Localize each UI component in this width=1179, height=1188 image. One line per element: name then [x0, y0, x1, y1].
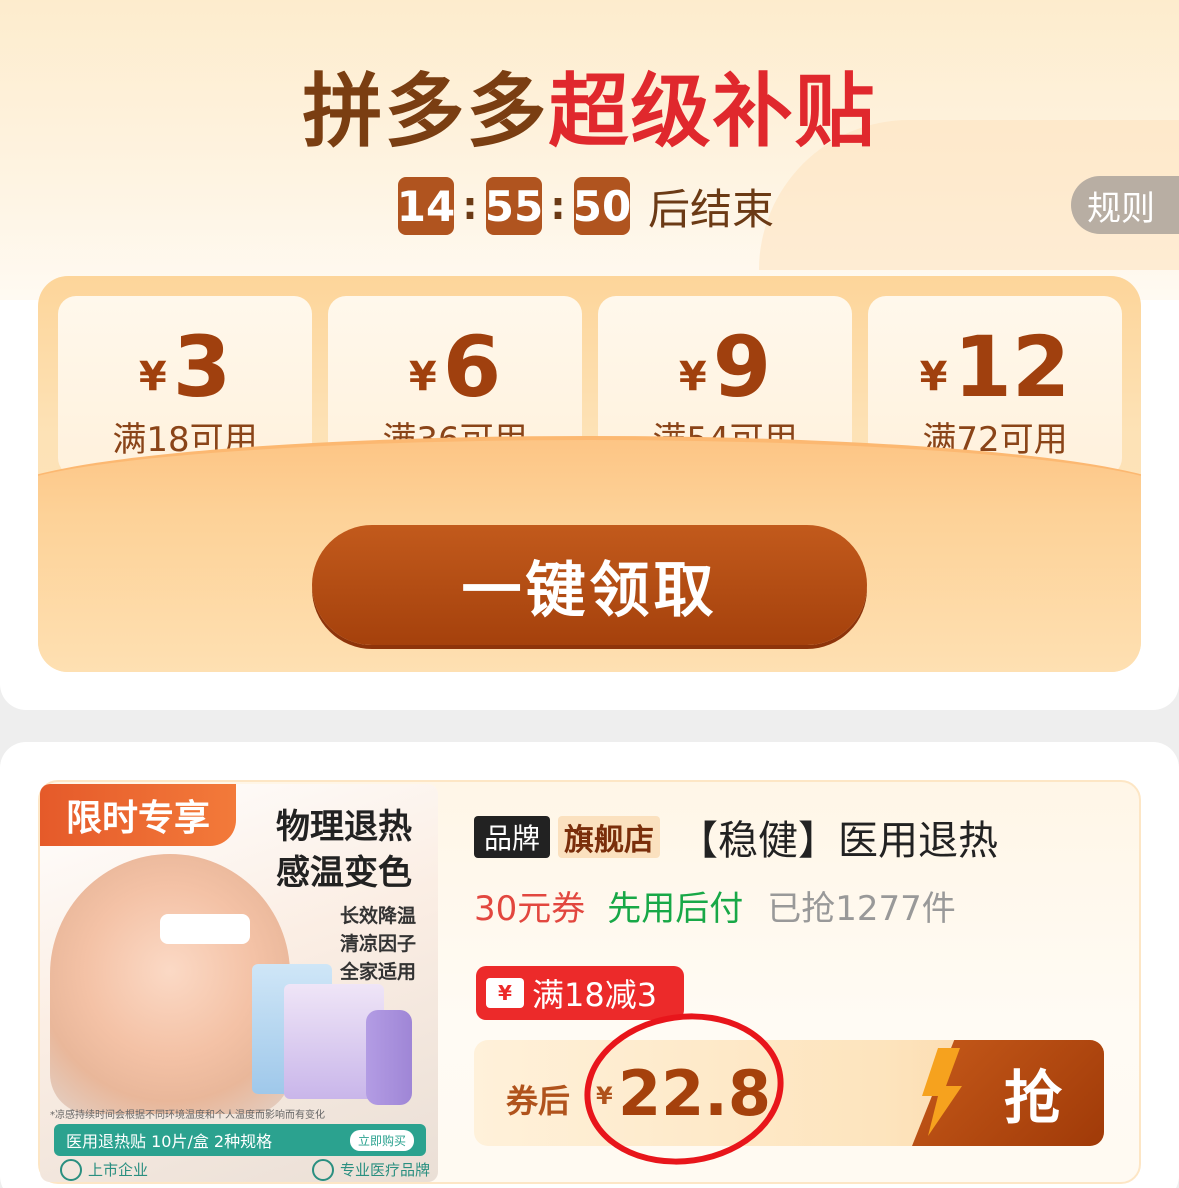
- countdown-separator: :: [462, 184, 478, 228]
- image-feature: 清凉因子: [340, 933, 417, 955]
- image-feature: 长效降温: [340, 905, 417, 927]
- strip-text: 医用退热贴 10片/盒 2种规格: [66, 1132, 273, 1151]
- countdown-hours: 14: [397, 177, 455, 235]
- company-icon: [60, 1159, 82, 1182]
- coupon-amount: 9: [712, 318, 772, 416]
- claim-all-button[interactable]: 一键领取: [312, 525, 867, 645]
- product-meta-row: 30元券 先用后付 已抢1277件: [474, 880, 956, 930]
- coupon-currency: ¥: [138, 354, 167, 400]
- coupon-currency: ¥: [919, 354, 948, 400]
- limited-time-tag: 限时专享: [40, 784, 236, 846]
- coupon-amount: 12: [953, 318, 1071, 416]
- coupon-currency: ¥: [678, 354, 707, 400]
- image-feature: 全家适用: [340, 961, 417, 983]
- image-product-strip: 医用退热贴 10片/盒 2种规格 立即购买: [54, 1124, 426, 1156]
- image-headline-line1: 物理退热: [276, 807, 412, 847]
- super-subsidy-card: 拼多多超级补贴 14 : 55 : 50 后结束 规则 ¥3 满18可用 ¥6 …: [0, 0, 1179, 710]
- image-headline: 物理退热 感温变色: [276, 804, 412, 896]
- image-disclaimer: *凉感持续时间会根据不同环境温度和个人温度而影响而有变化: [50, 1110, 325, 1121]
- countdown-seconds: 50: [573, 177, 631, 235]
- image-headline-line2: 感温变色: [276, 853, 412, 893]
- promo-text: 满18减3: [532, 976, 658, 1014]
- countdown-timer: 14 : 55 : 50 后结束: [397, 176, 775, 236]
- rules-button[interactable]: 规则: [1071, 176, 1179, 234]
- product-image[interactable]: 限时专享 物理退热 感温变色 长效降温 清凉因子 全家适用 *凉感持续时间会根据…: [40, 784, 438, 1182]
- pay-later-label: 先用后付: [607, 888, 744, 929]
- title-highlight: 超级补贴: [548, 65, 877, 158]
- sold-count: 已抢1277件: [767, 888, 956, 929]
- medical-brand-icon: [311, 1159, 334, 1182]
- coupon-amount: 6: [442, 318, 502, 416]
- badge-listed-company: 上市企业: [88, 1160, 149, 1179]
- product-title-row[interactable]: 品牌 旗舰店 【稳健】医用退热: [474, 812, 998, 864]
- image-badges: 上市企业 专业医疗品牌: [60, 1158, 430, 1182]
- badge-medical-brand: 专业医疗品牌: [339, 1160, 430, 1179]
- yen-ticket-icon: ¥: [486, 978, 524, 1008]
- promo-tag: ¥ 满18减3: [476, 966, 684, 1020]
- coupon-amount: 3: [172, 318, 232, 416]
- page-title: 拼多多超级补贴: [0, 64, 1179, 160]
- countdown-separator: :: [550, 184, 566, 228]
- price-label: 券后: [506, 1082, 571, 1120]
- cooling-patch: [160, 914, 250, 944]
- countdown-minutes: 55: [485, 177, 543, 235]
- countdown-suffix: 后结束: [648, 184, 775, 234]
- flagship-badge: 旗舰店: [558, 816, 661, 858]
- title-prefix: 拼多多: [302, 65, 549, 158]
- image-features: 长效降温 清凉因子 全家适用: [340, 902, 416, 986]
- lightning-icon: [922, 1048, 962, 1136]
- coupon-currency: ¥: [408, 354, 437, 400]
- coupon-label: 30元券: [474, 888, 586, 929]
- brand-badge: 品牌: [474, 816, 551, 858]
- product-canister: [366, 1010, 412, 1105]
- strip-buy-label: 立即购买: [349, 1129, 414, 1151]
- product-name: 【稳健】医用退热: [678, 818, 999, 864]
